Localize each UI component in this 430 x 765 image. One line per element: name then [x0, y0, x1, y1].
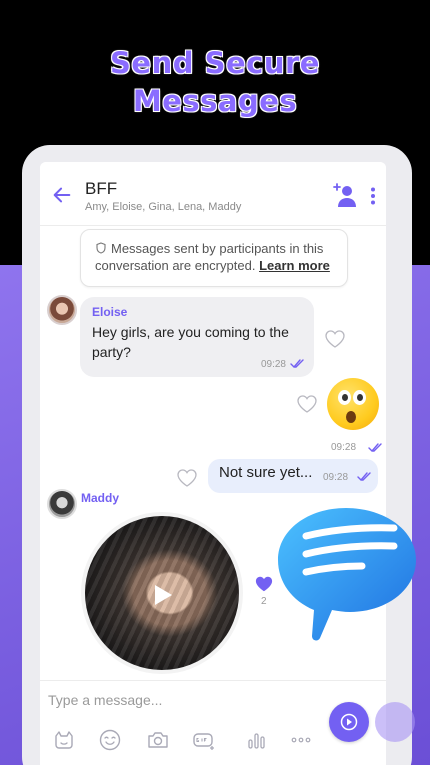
emoji-eye	[338, 390, 351, 405]
sender-name: Maddy	[81, 491, 120, 505]
promo-headline: Send Secure Messages	[0, 44, 430, 120]
play-circle-icon	[340, 713, 358, 731]
message-text: Not sure yet...	[219, 464, 313, 481]
message-time: 09:28	[323, 472, 349, 483]
heart-filled-icon[interactable]	[254, 575, 274, 593]
gif-icon[interactable]	[192, 728, 216, 752]
message-list: Eloise Hey girls, are you coming to the …	[40, 162, 386, 765]
emoji-icon[interactable]	[98, 728, 122, 752]
incoming-message[interactable]: Eloise Hey girls, are you coming to the …	[80, 297, 314, 377]
send-button[interactable]	[375, 702, 415, 742]
video-message[interactable]	[81, 512, 243, 674]
sticker-icon[interactable]	[52, 728, 76, 752]
message-time: 09:28	[331, 442, 357, 453]
chart-icon[interactable]	[244, 728, 268, 752]
message-time: 09:28	[260, 359, 286, 370]
message-input[interactable]: Type a message...	[48, 692, 162, 708]
avatar[interactable]	[47, 295, 77, 325]
read-ticks-icon	[290, 359, 304, 368]
emoji-eye	[353, 390, 366, 405]
like-count: 2	[261, 596, 267, 607]
outgoing-message[interactable]: Not sure yet... 09:28	[208, 459, 378, 493]
headline-line-1: Send Secure	[110, 46, 320, 80]
play-icon[interactable]	[149, 582, 175, 608]
emoji-pupil	[342, 394, 348, 401]
camera-icon[interactable]	[146, 728, 170, 752]
sender-name: Eloise	[92, 305, 128, 319]
shocked-face-icon[interactable]	[327, 378, 379, 430]
more-icon[interactable]	[289, 728, 313, 752]
headline-line-2: Messages	[132, 84, 298, 118]
composer-divider	[40, 680, 386, 681]
like-heart-icon[interactable]	[324, 329, 346, 349]
avatar[interactable]	[47, 489, 77, 519]
emoji-mouth	[346, 411, 356, 423]
chat-bubble-icon	[278, 508, 416, 641]
like-heart-icon[interactable]	[296, 394, 318, 414]
voice-message-button[interactable]	[329, 702, 369, 742]
read-ticks-icon	[368, 443, 382, 452]
read-ticks-icon	[357, 472, 371, 481]
message-text: Hey girls, are you coming to the party?	[92, 324, 289, 360]
emoji-pupil	[357, 394, 363, 401]
like-heart-icon[interactable]	[176, 468, 198, 488]
